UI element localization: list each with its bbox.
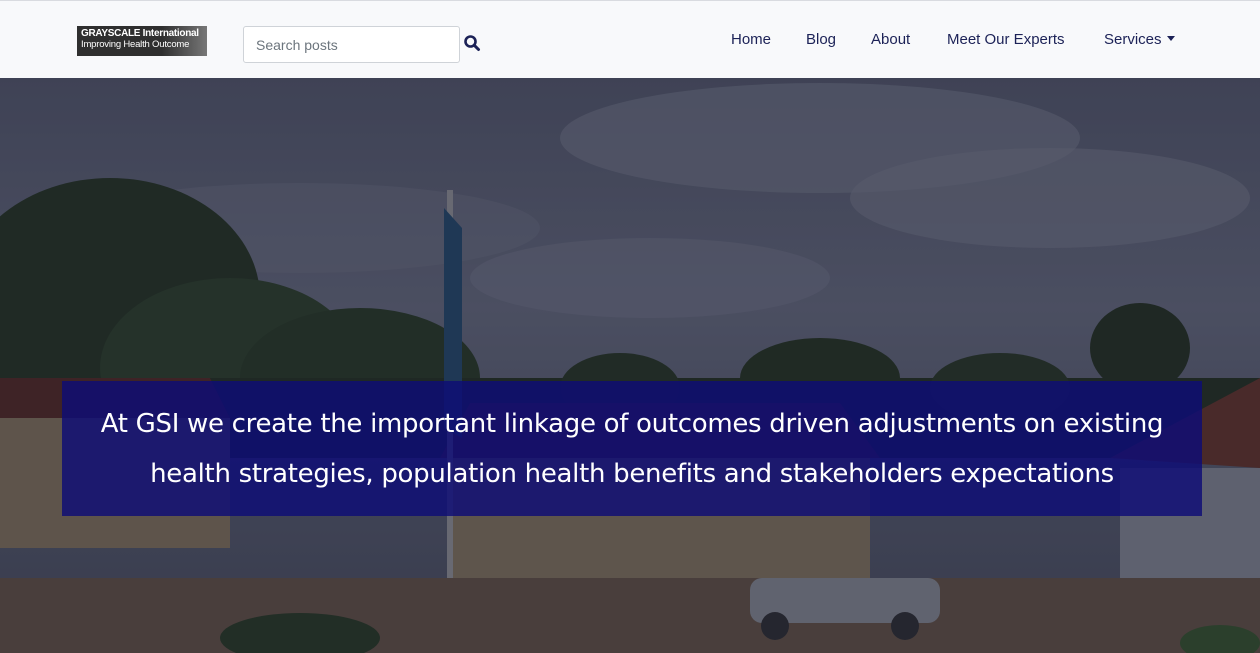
main-nav: Home Blog About Meet Our Experts Service…	[0, 29, 1260, 51]
hero-section	[0, 78, 1260, 653]
nav-about[interactable]: About	[871, 29, 910, 51]
hero-tagline: At GSI we create the important linkage o…	[100, 408, 1164, 489]
caret-down-icon	[1166, 36, 1175, 41]
nav-blog[interactable]: Blog	[806, 29, 836, 51]
hero-dark-overlay	[0, 78, 1260, 653]
hero-tagline-banner: At GSI we create the important linkage o…	[62, 381, 1202, 516]
navbar: GRAYSCALE International Improving Health…	[0, 0, 1260, 78]
nav-home[interactable]: Home	[731, 29, 771, 51]
nav-services-dropdown[interactable]: Services	[1104, 29, 1175, 51]
nav-meet-our-experts[interactable]: Meet Our Experts	[947, 29, 1065, 51]
nav-services-label: Services	[1104, 31, 1162, 48]
